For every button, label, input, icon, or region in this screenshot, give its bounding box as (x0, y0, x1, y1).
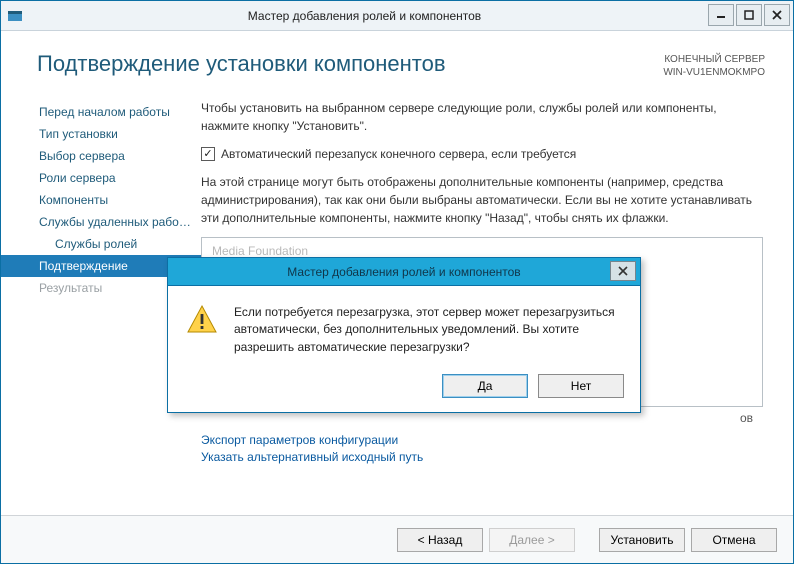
next-button: Далее > (489, 528, 575, 552)
dialog-no-button[interactable]: Нет (538, 374, 624, 398)
alternate-source-link[interactable]: Указать альтернативный исходный путь (201, 450, 763, 464)
action-links: Экспорт параметров конфигурации Указать … (201, 433, 763, 464)
confirm-restart-dialog: Мастер добавления ролей и компонентов Ес… (167, 257, 641, 413)
back-button[interactable]: < Назад (397, 528, 483, 552)
titlebar[interactable]: Мастер добавления ролей и компонентов (1, 1, 793, 31)
sidebar-item-remote-desktop[interactable]: Службы удаленных рабо… (37, 211, 201, 233)
explanatory-note: На этой странице могут быть отображены д… (201, 173, 763, 227)
minimize-button[interactable] (708, 4, 734, 26)
dialog-title: Мастер добавления ролей и компонентов (287, 265, 520, 279)
sidebar-item-server-select[interactable]: Выбор сервера (37, 145, 201, 167)
cancel-button[interactable]: Отмена (691, 528, 777, 552)
destination-server-label: КОНЕЧНЫЙ СЕРВЕР (663, 53, 765, 66)
sidebar-item-role-services[interactable]: Службы ролей (37, 233, 201, 255)
dialog-buttons: Да Нет (168, 364, 640, 412)
export-config-link[interactable]: Экспорт параметров конфигурации (201, 433, 763, 447)
wizard-footer: < Назад Далее > Установить Отмена (1, 515, 793, 563)
wizard-window: Мастер добавления ролей и компонентов По… (0, 0, 794, 564)
window-title: Мастер добавления ролей и компонентов (23, 9, 706, 23)
destination-server-box: КОНЕЧНЫЙ СЕРВЕР WIN-VU1ENMOKMPO (663, 53, 765, 79)
auto-restart-checkbox[interactable]: ✓ (201, 147, 215, 161)
sidebar-item-before-begin[interactable]: Перед началом работы (37, 101, 201, 123)
sidebar-item-features[interactable]: Компоненты (37, 189, 201, 211)
install-button[interactable]: Установить (599, 528, 685, 552)
maximize-button[interactable] (736, 4, 762, 26)
auto-restart-label: Автоматический перезапуск конечного серв… (221, 147, 576, 161)
list-item: Media Foundation (212, 244, 752, 258)
dialog-yes-button[interactable]: Да (442, 374, 528, 398)
header-area: Подтверждение установки компонентов КОНЕ… (1, 31, 793, 79)
window-controls (706, 4, 790, 28)
app-icon (7, 8, 23, 24)
sidebar-item-server-roles[interactable]: Роли сервера (37, 167, 201, 189)
dialog-close-button[interactable] (610, 261, 636, 281)
destination-server-name: WIN-VU1ENMOKMPO (663, 66, 765, 79)
page-title: Подтверждение установки компонентов (37, 51, 446, 79)
dialog-body: Если потребуется перезагрузка, этот серв… (168, 286, 640, 364)
dialog-titlebar[interactable]: Мастер добавления ролей и компонентов (168, 258, 640, 286)
close-button[interactable] (764, 4, 790, 26)
intro-text: Чтобы установить на выбранном сервере сл… (201, 99, 763, 135)
dialog-message: Если потребуется перезагрузка, этот серв… (234, 304, 622, 356)
sidebar-item-install-type[interactable]: Тип установки (37, 123, 201, 145)
warning-icon (186, 304, 218, 336)
auto-restart-checkbox-row[interactable]: ✓ Автоматический перезапуск конечного се… (201, 147, 763, 161)
